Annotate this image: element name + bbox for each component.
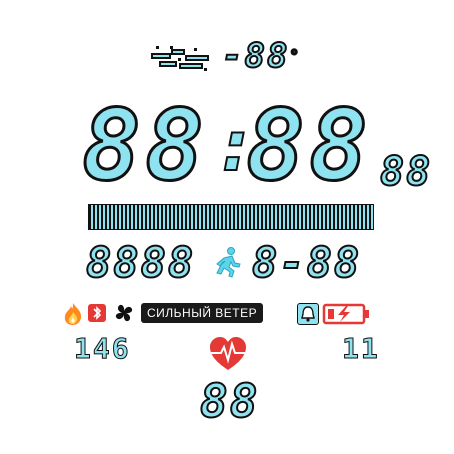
degree-symbol: ° xyxy=(288,45,302,66)
temperature-value: -88 xyxy=(221,36,290,76)
fan-icon xyxy=(112,303,136,323)
heart-rate-value: 88 xyxy=(199,374,260,428)
steps-value: 8888 xyxy=(85,238,196,287)
battery-charging-icon xyxy=(322,302,370,326)
clock-minutes: 88 xyxy=(244,89,373,203)
temperature: -88° xyxy=(221,36,302,76)
wind-warning-label: СИЛЬНЫЙ ВЕТЕР xyxy=(141,303,264,323)
distance-value: 11 xyxy=(342,332,380,365)
date-value: 8-88 xyxy=(251,238,362,287)
bell-icon xyxy=(297,303,319,325)
bluetooth-icon xyxy=(88,304,106,322)
running-person-icon xyxy=(214,246,242,278)
clock-hours: 88 xyxy=(80,89,209,203)
date-text-bar: ▓▓▓▓▓▓▓▓▓▓▓▓▓▓▓▓▓▓▓▓▓▓▓▓▓ xyxy=(88,204,374,230)
weather-icon xyxy=(150,44,214,72)
heart-pulse-icon xyxy=(208,336,248,372)
clock-seconds: 88 xyxy=(379,149,433,195)
calories-value: 146 xyxy=(74,332,131,365)
snow-wind-icon xyxy=(151,46,209,71)
fire-icon xyxy=(62,302,84,326)
